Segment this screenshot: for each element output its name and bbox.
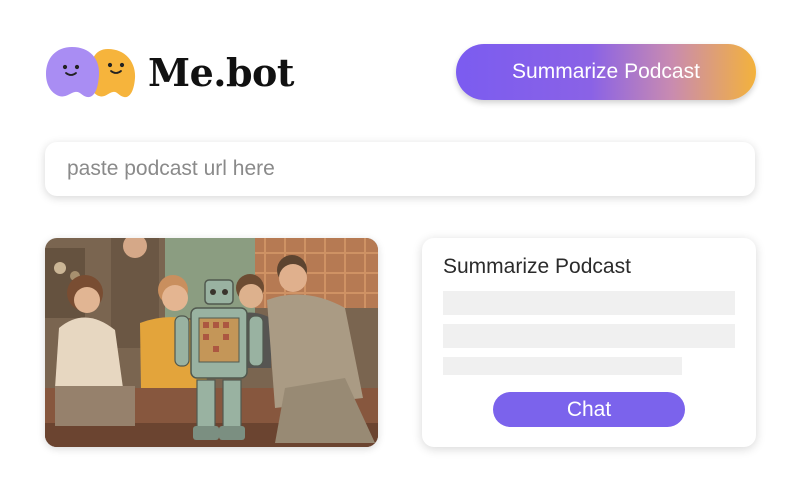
brand-logo[interactable]: Me.bot bbox=[44, 44, 294, 100]
summary-placeholder-line bbox=[443, 357, 682, 375]
page: Me.bot Summarize Podcast paste podcast u… bbox=[0, 0, 800, 500]
podcast-url-input[interactable] bbox=[45, 142, 755, 196]
chat-button[interactable]: Chat bbox=[493, 392, 685, 427]
summary-placeholder-line bbox=[443, 291, 735, 315]
card-title: Summarize Podcast bbox=[443, 255, 631, 278]
brand-wordmark: Me.bot bbox=[148, 49, 294, 95]
summary-card: Summarize Podcast Chat bbox=[422, 238, 756, 447]
summary-placeholder-line bbox=[443, 324, 735, 348]
retro-family-robot-illustration bbox=[45, 238, 378, 447]
twin-blob-mascot-icon bbox=[44, 45, 138, 99]
podcast-artwork-image bbox=[45, 238, 378, 447]
summarize-podcast-button[interactable]: Summarize Podcast bbox=[456, 44, 756, 100]
